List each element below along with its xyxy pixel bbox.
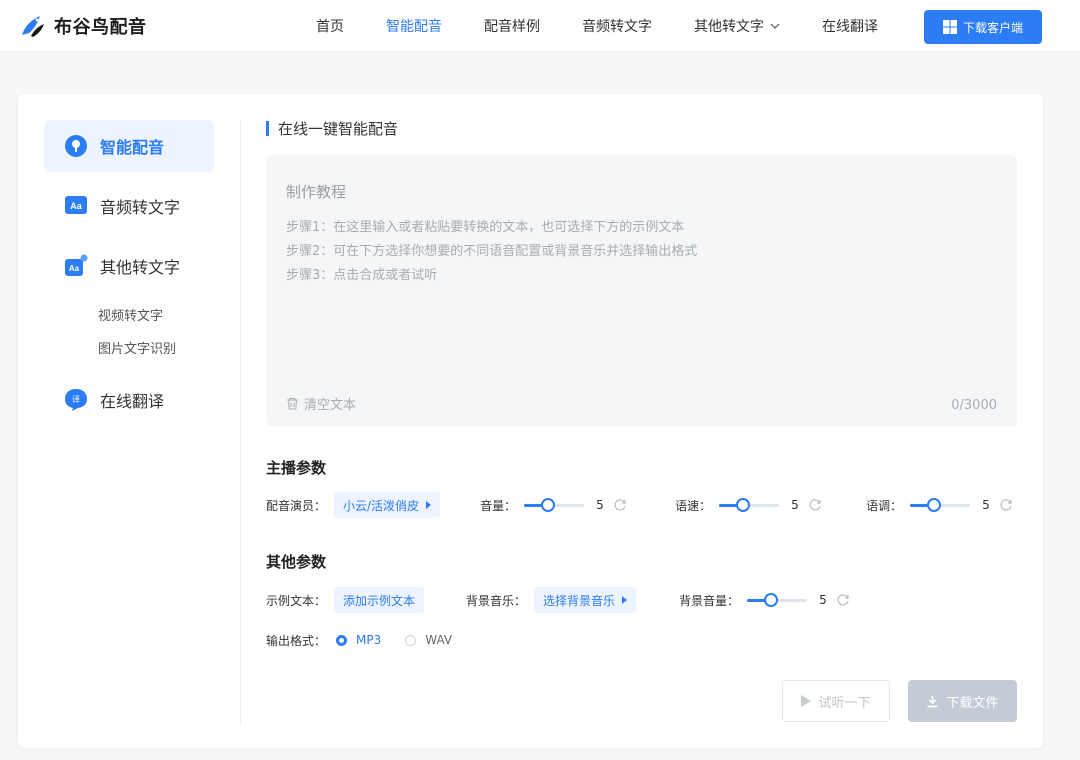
bgm-volume-slider[interactable]	[747, 593, 808, 607]
add-sample-text-label: 添加示例文本	[343, 593, 416, 608]
nav-dubbing-samples[interactable]: 配音样例	[484, 16, 540, 36]
add-sample-text-button[interactable]: 添加示例文本	[334, 587, 425, 613]
speed-value: 5	[791, 498, 799, 512]
top-navbar: 布谷鸟配音 首页 智能配音 配音样例 音频转文字 其他转文字 在线翻译 下载客户…	[0, 0, 1080, 52]
tutorial-step-1: 步骤1：在这里输入或者粘贴要转换的文本，也可选择下方的示例文本	[286, 220, 685, 235]
text-input-area[interactable]: 制作教程 步骤1：在这里输入或者粘贴要转换的文本，也可选择下方的示例文本 步骤2…	[266, 155, 1017, 427]
sidebar-subitem-video-to-text[interactable]: 视频转文字	[44, 300, 214, 333]
svg-text:译: 译	[72, 395, 80, 404]
try-listen-button[interactable]: 试听一下	[782, 680, 890, 722]
radio-dot	[405, 634, 417, 646]
char-counter: 0/3000	[951, 398, 997, 413]
download-file-button[interactable]: 下载文件	[908, 680, 1017, 722]
format-wav-label: WAV	[425, 633, 453, 647]
anchor-params-title: 主播参数	[266, 459, 327, 477]
speed-label: 语速：	[675, 498, 712, 513]
sidebar-item-label: 其他转文字	[100, 258, 181, 277]
windows-icon	[942, 20, 957, 34]
play-icon	[801, 695, 812, 707]
download-file-label: 下载文件	[946, 695, 999, 711]
page-title: 在线一键智能配音	[266, 118, 398, 139]
reset-icon[interactable]	[613, 498, 627, 512]
main-card: 智能配音 Aa 音频转文字 Aa 其他转文字 视频转文字 图片文字识别 译 在线…	[18, 94, 1043, 748]
pitch-value: 5	[982, 498, 990, 512]
bird-logo-icon	[22, 16, 44, 37]
tutorial-step-2: 步骤2：可在下方选择你想要的不同语音配置或背景音乐并选择输出格式	[286, 244, 698, 259]
output-format-row: 输出格式： MP3 WAV	[266, 627, 452, 653]
radio-dot	[336, 634, 348, 646]
sidebar-item-label: 智能配音	[100, 138, 165, 157]
sidebar-subitem-image-ocr[interactable]: 图片文字识别	[44, 333, 214, 366]
trash-icon	[287, 398, 298, 410]
voice-value: 小云/活泼俏皮	[343, 498, 420, 513]
translate-icon: 译	[65, 389, 87, 411]
voice-select[interactable]: 小云/活泼俏皮	[334, 492, 441, 518]
bgm-label: 背景音乐：	[466, 593, 527, 608]
other-params-row: 示例文本： 添加示例文本 背景音乐： 选择背景音乐 背景音量： 5	[266, 587, 850, 613]
chevron-down-icon	[770, 23, 780, 29]
sidebar-item-label: 在线翻译	[100, 392, 165, 411]
mic-icon	[65, 135, 87, 157]
nav-other-to-text[interactable]: 其他转文字	[694, 16, 780, 36]
download-client-button[interactable]: 下载客户端	[924, 10, 1042, 44]
sidebar-item-label: 音频转文字	[100, 198, 181, 217]
select-bgm-label: 选择背景音乐	[543, 593, 616, 608]
brand-name: 布谷鸟配音	[54, 17, 147, 38]
volume-value: 5	[596, 498, 604, 512]
sidebar-item-online-translate[interactable]: 译 在线翻译	[44, 374, 214, 426]
speed-slider[interactable]	[719, 498, 780, 512]
sidebar-item-audio-to-text[interactable]: Aa 音频转文字	[44, 180, 214, 232]
volume-slider[interactable]	[524, 498, 585, 512]
main-nav: 首页 智能配音 配音样例 音频转文字 其他转文字 在线翻译	[316, 0, 920, 52]
svg-text:Aa: Aa	[70, 201, 82, 211]
sample-text-label: 示例文本：	[266, 593, 327, 608]
voice-label: 配音演员：	[266, 498, 327, 513]
sidebar: 智能配音 Aa 音频转文字 Aa 其他转文字 视频转文字 图片文字识别 译 在线…	[44, 120, 214, 434]
volume-label: 音量：	[480, 498, 517, 513]
brand-logo[interactable]: 布谷鸟配音	[18, 12, 147, 40]
format-radio-mp3[interactable]: MP3	[336, 633, 381, 647]
reset-icon[interactable]	[836, 593, 850, 607]
nav-online-translate[interactable]: 在线翻译	[822, 16, 878, 36]
reset-icon[interactable]	[999, 498, 1013, 512]
reset-icon[interactable]	[808, 498, 822, 512]
download-client-label: 下载客户端	[962, 20, 1023, 35]
try-listen-label: 试听一下	[818, 695, 871, 711]
anchor-params-row: 配音演员： 小云/活泼俏皮 音量： 5 语速： 5 语调： 5	[266, 492, 1013, 518]
select-bgm-button[interactable]: 选择背景音乐	[534, 587, 637, 613]
clear-text-button[interactable]: 清空文本	[286, 394, 356, 413]
bgm-volume-value: 5	[819, 593, 827, 607]
sidebar-divider	[240, 120, 241, 724]
bgm-volume-label: 背景音量：	[679, 593, 740, 608]
nav-other-to-text-label: 其他转文字	[694, 19, 764, 35]
caret-right-icon	[622, 596, 628, 604]
caret-right-icon	[426, 501, 432, 509]
output-format-label: 输出格式：	[266, 633, 327, 648]
tutorial-heading: 制作教程	[286, 183, 347, 201]
format-mp3-label: MP3	[356, 633, 382, 647]
sidebar-item-smart-dubbing[interactable]: 智能配音	[44, 120, 214, 172]
sidebar-item-other-to-text[interactable]: Aa 其他转文字	[44, 240, 214, 292]
nav-smart-dubbing[interactable]: 智能配音	[386, 16, 442, 36]
format-radio-wav[interactable]: WAV	[405, 633, 452, 647]
pitch-label: 语调：	[866, 498, 903, 513]
other-params-title: 其他参数	[266, 553, 327, 571]
clear-text-label: 清空文本	[304, 398, 357, 413]
pitch-slider[interactable]	[910, 498, 971, 512]
nav-audio-to-text[interactable]: 音频转文字	[582, 16, 652, 36]
nav-home[interactable]: 首页	[316, 16, 344, 36]
aa-badge-icon: Aa	[65, 254, 88, 276]
tutorial-step-3: 步骤3：点击合成或者试听	[286, 268, 438, 283]
title-accent-bar	[266, 121, 269, 136]
page-title-text: 在线一键智能配音	[278, 120, 399, 138]
aa-text-icon: Aa	[65, 196, 87, 214]
svg-text:Aa: Aa	[69, 264, 80, 273]
download-icon	[927, 695, 938, 707]
